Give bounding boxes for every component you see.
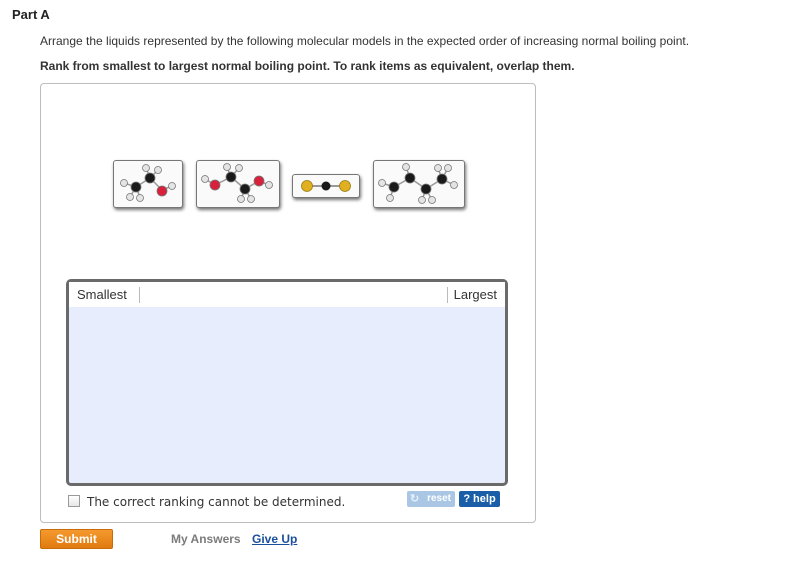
reset-button[interactable]: ↻ reset	[407, 491, 455, 507]
ranking-drop-area[interactable]: Smallest Largest	[66, 279, 508, 486]
propanol-model-icon	[201, 163, 273, 203]
part-title: Part A	[12, 7, 50, 22]
smallest-label: Smallest	[77, 287, 140, 303]
reset-icon: ↻	[410, 493, 420, 505]
reset-label: reset	[427, 493, 451, 504]
carbon-disulfide-model-icon	[301, 180, 351, 192]
largest-label: Largest	[446, 287, 497, 303]
help-icon: ?	[463, 493, 471, 505]
submit-button[interactable]: Submit	[40, 529, 113, 549]
molecule-tile-4[interactable]	[373, 160, 465, 208]
help-label: help	[473, 493, 496, 505]
molecule-tile-3[interactable]	[292, 174, 360, 198]
help-button[interactable]: ? help	[459, 491, 500, 507]
rank-instruction: Rank from smallest to largest normal boi…	[40, 59, 575, 73]
give-up-link[interactable]: Give Up	[252, 532, 297, 546]
molecule-tile-2[interactable]	[196, 160, 280, 208]
question-instruction: Arrange the liquids represented by the f…	[40, 34, 690, 48]
cannot-determine-label: The correct ranking cannot be determined…	[87, 495, 346, 509]
my-answers-link[interactable]: My Answers	[171, 532, 241, 546]
butane-model-icon	[378, 163, 458, 204]
cannot-determine-checkbox[interactable]	[68, 495, 80, 507]
ranking-panel: Smallest Largest The correct ranking can…	[40, 83, 536, 523]
ranking-header: Smallest Largest	[69, 282, 505, 307]
molecule-tile-1[interactable]	[113, 160, 183, 208]
ethanol-model-icon	[120, 164, 176, 202]
